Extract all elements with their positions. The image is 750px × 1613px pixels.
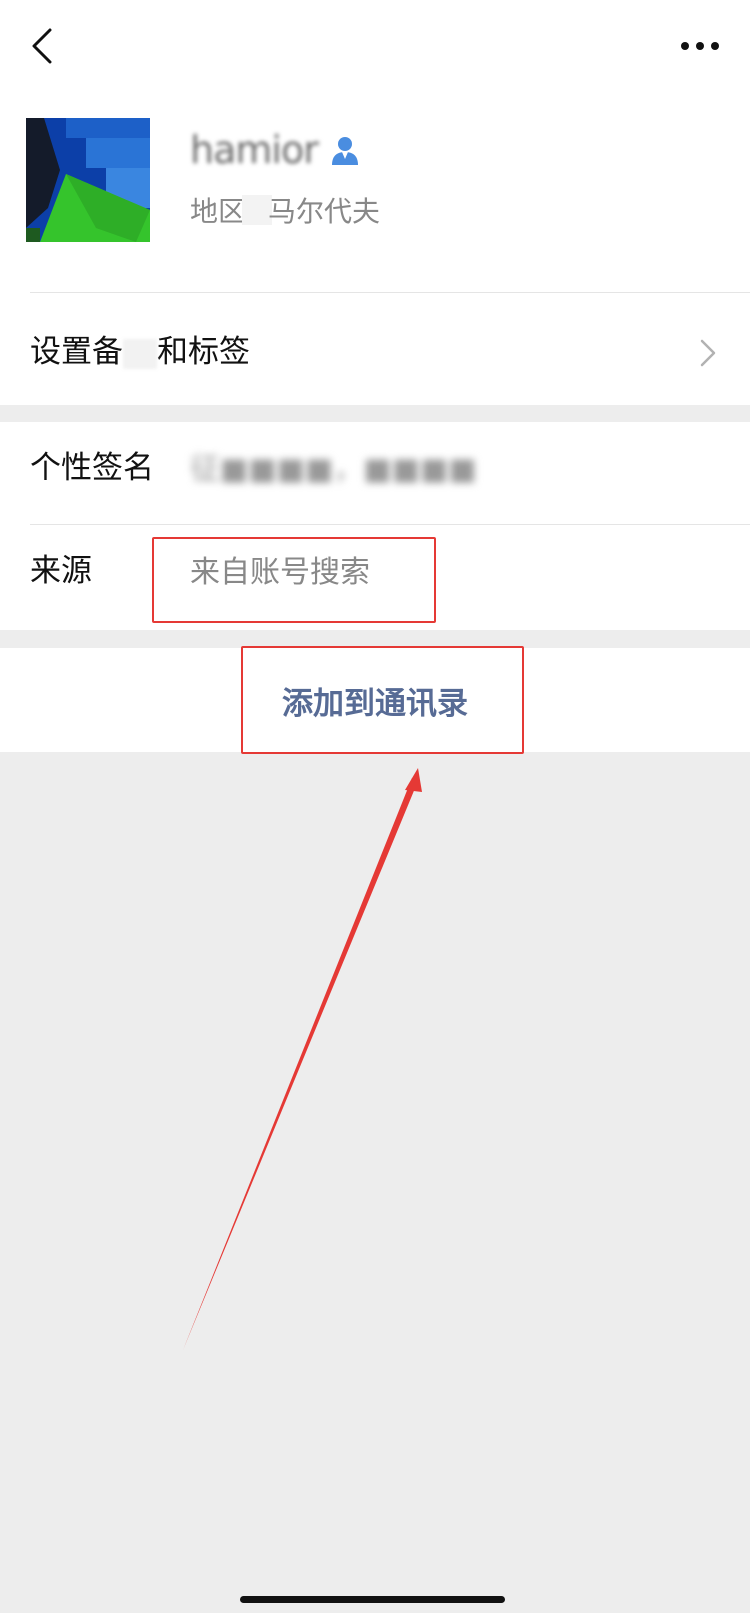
back-button[interactable] — [20, 24, 64, 68]
home-indicator — [240, 1596, 505, 1603]
remark-label-end: 和标签 — [157, 334, 250, 370]
more-dots-icon — [681, 42, 719, 50]
nickname-row: hamior — [190, 128, 362, 172]
annotation-box-add — [241, 646, 524, 754]
chevron-right-icon — [700, 339, 716, 367]
nickname: hamior — [190, 128, 319, 172]
verified-user-icon — [331, 137, 358, 165]
signature-row: 个性签名 征■■■■，■■■■ — [0, 422, 750, 524]
source-label: 来源 — [30, 553, 92, 589]
remark-tags-row[interactable]: 设置备 和标签 — [0, 300, 750, 404]
avatar[interactable] — [26, 118, 150, 242]
signature-value: 征■■■■，■■■■ — [190, 452, 477, 487]
profile-card: hamior 地区 马尔代夫 设置备 和标签 — [0, 0, 750, 405]
redaction-mask — [123, 338, 157, 369]
region-value: 马尔代夫 — [268, 195, 381, 228]
divider — [30, 292, 750, 293]
signature-label: 个性签名 — [30, 450, 154, 486]
remark-label-start: 设置备 — [30, 334, 123, 370]
region-label: 地区 — [190, 195, 247, 228]
annotation-box-source — [152, 537, 436, 623]
more-button[interactable] — [672, 24, 728, 68]
chevron-left-icon — [32, 28, 52, 64]
region-row: 地区 马尔代夫 — [190, 190, 380, 230]
